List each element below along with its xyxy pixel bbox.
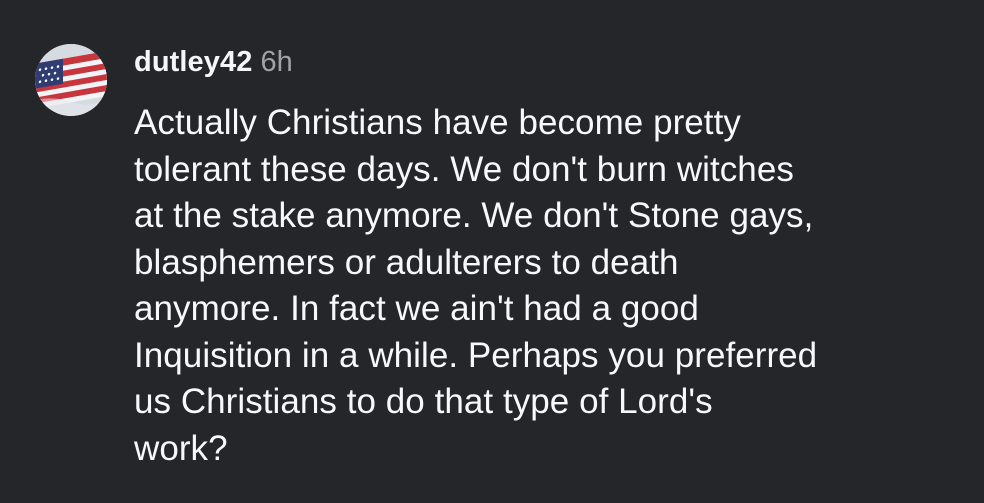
american-flag-icon: [35, 44, 107, 116]
comment-line-7: us Christians to do that type of Lord's: [134, 382, 713, 421]
username[interactable]: dutley42: [134, 40, 252, 84]
comment-meta: dutley42 6h: [134, 40, 976, 84]
comment-line-6: Inquisition in a while. Perhaps you pref…: [134, 335, 818, 375]
comment-line-8: work?: [134, 428, 228, 468]
comment-line-5: anymore. In fact we ain't had a good: [134, 289, 699, 328]
comment-line-2: tolerant these days. We don't burn witch…: [134, 149, 794, 189]
avatar[interactable]: [35, 44, 107, 116]
comment: dutley42 6h Actually Christians have bec…: [0, 0, 984, 503]
comment-text: Actually Christians have become pretty t…: [134, 100, 976, 472]
comment-line-3: at the stake anymore. We don't Stone gay…: [134, 196, 814, 235]
comment-line-1: Actually Christians have become pretty: [134, 103, 741, 142]
comment-line-4: blasphemers or adulterers to death: [134, 242, 679, 282]
timestamp: 6h: [260, 46, 293, 78]
comment-content: dutley42 6h Actually Christians have bec…: [134, 40, 976, 472]
